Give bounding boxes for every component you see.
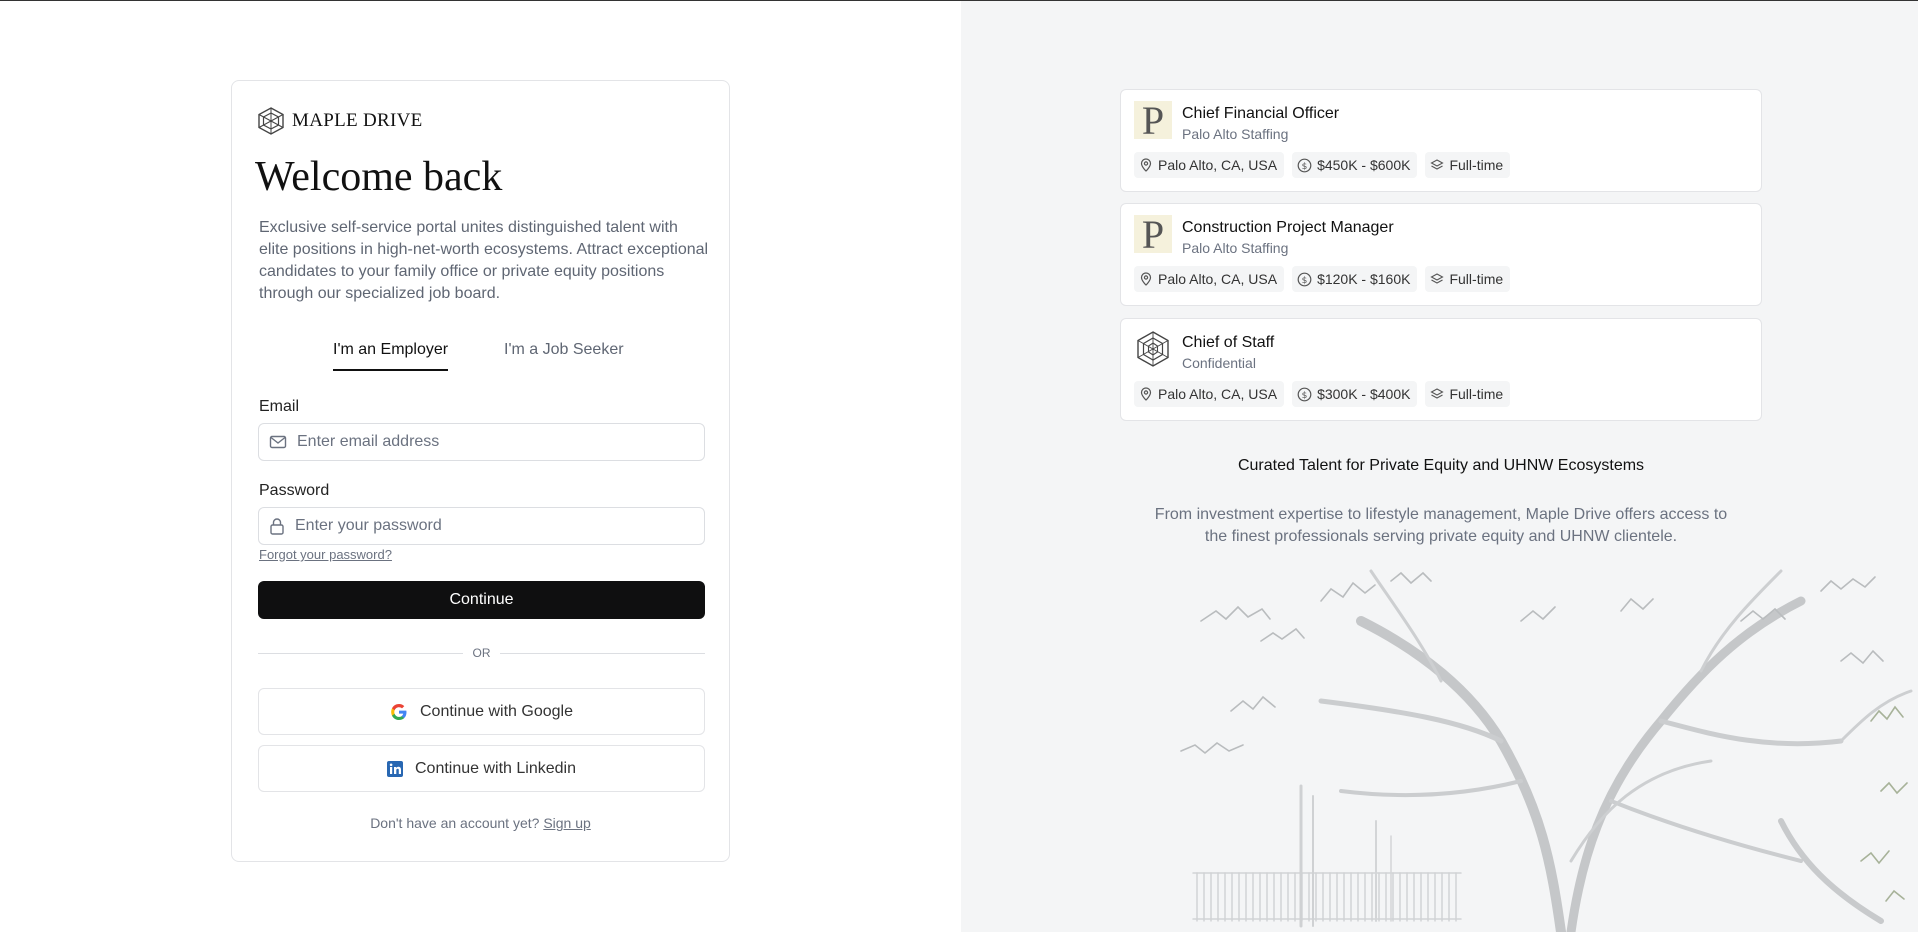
login-panel: MAPLE DRIVE Welcome back Exclusive self-…	[0, 1, 961, 932]
email-input[interactable]	[297, 433, 687, 451]
continue-button[interactable]: Continue	[258, 581, 705, 619]
job-card[interactable]: Chief of Staff Confidential Palo Alto, C…	[1120, 318, 1762, 421]
password-label: Password	[259, 482, 330, 499]
salary-text: $120K - $160K	[1317, 271, 1411, 287]
company-logo: P	[1134, 101, 1172, 141]
brand[interactable]: MAPLE DRIVE	[258, 107, 423, 135]
job-tags: Palo Alto, CA, USA $ $300K - $400K Full-…	[1134, 381, 1511, 407]
showcase-title: Curated Talent for Private Equity and UH…	[1237, 457, 1645, 474]
salary-text: $300K - $400K	[1317, 386, 1411, 402]
location-text: Palo Alto, CA, USA	[1158, 157, 1278, 173]
no-account-text: Don't have an account yet?	[370, 815, 540, 831]
layers-icon	[1430, 273, 1445, 284]
tab-job-seeker[interactable]: I'm a Job Seeker	[504, 341, 624, 369]
job-company: Confidential	[1182, 355, 1256, 371]
dollar-circle-icon: $	[1297, 387, 1312, 401]
dollar-circle-icon: $	[1297, 272, 1312, 286]
brand-logo-icon	[258, 107, 284, 135]
job-tags: Palo Alto, CA, USA $ $450K - $600K Full-…	[1134, 152, 1511, 178]
job-title: Construction Project Manager	[1182, 219, 1394, 236]
dollar-circle-icon: $	[1297, 158, 1312, 172]
type-text: Full-time	[1449, 271, 1504, 287]
password-input[interactable]	[295, 517, 685, 535]
page-title: Welcome back	[255, 154, 503, 200]
linkedin-signin-label: Continue with Linkedin	[415, 759, 576, 777]
login-description: Exclusive self-service portal unites dis…	[259, 219, 709, 302]
lock-icon	[270, 518, 284, 535]
signup-prompt: Don't have an account yet? Sign up	[232, 815, 729, 831]
salary-text: $450K - $600K	[1317, 157, 1411, 173]
map-pin-icon	[1140, 158, 1152, 172]
svg-text:$: $	[1302, 390, 1308, 400]
email-label: Email	[259, 398, 300, 415]
linkedin-signin-button[interactable]: Continue with Linkedin	[258, 745, 705, 792]
type-tag: Full-time	[1425, 381, 1511, 407]
salary-tag: $ $450K - $600K	[1292, 152, 1418, 178]
location-text: Palo Alto, CA, USA	[1158, 271, 1278, 287]
google-g-icon	[391, 703, 407, 720]
google-signin-button[interactable]: Continue with Google	[258, 688, 705, 735]
location-tag: Palo Alto, CA, USA	[1134, 266, 1285, 292]
salary-tag: $ $120K - $160K	[1292, 266, 1418, 292]
email-field-wrapper[interactable]	[258, 423, 705, 461]
signup-link[interactable]: Sign up	[543, 815, 590, 831]
salary-tag: $ $300K - $400K	[1292, 381, 1418, 407]
role-tabs: I'm an Employer I'm a Job Seeker	[232, 341, 729, 375]
type-tag: Full-time	[1425, 152, 1511, 178]
forgot-password-link[interactable]: Forgot your password?	[259, 547, 392, 562]
type-text: Full-time	[1449, 157, 1504, 173]
job-card[interactable]: P Chief Financial Officer Palo Alto Staf…	[1120, 89, 1762, 192]
hexagon-logo-icon	[1137, 331, 1169, 367]
type-tag: Full-time	[1425, 266, 1511, 292]
job-company: Palo Alto Staffing	[1182, 240, 1289, 256]
type-text: Full-time	[1449, 386, 1504, 402]
brand-name: MAPLE DRIVE	[292, 110, 423, 131]
mail-icon	[269, 435, 287, 449]
google-signin-label: Continue with Google	[420, 702, 573, 720]
layers-icon	[1430, 388, 1445, 399]
or-divider: OR	[258, 645, 705, 661]
tree-illustration	[1180, 569, 1913, 932]
login-card: MAPLE DRIVE Welcome back Exclusive self-…	[231, 80, 730, 862]
password-field-wrapper[interactable]	[258, 507, 705, 545]
showcase-panel: P Chief Financial Officer Palo Alto Staf…	[961, 1, 1918, 932]
tab-employer[interactable]: I'm an Employer	[333, 341, 449, 371]
showcase-text: From investment expertise to lifestyle m…	[1154, 506, 1728, 545]
location-text: Palo Alto, CA, USA	[1158, 386, 1278, 402]
job-tags: Palo Alto, CA, USA $ $120K - $160K Full-…	[1134, 266, 1511, 292]
svg-text:$: $	[1302, 275, 1308, 285]
job-card[interactable]: P Construction Project Manager Palo Alto…	[1120, 203, 1762, 306]
linkedin-icon	[387, 760, 403, 777]
job-title: Chief of Staff	[1182, 334, 1275, 351]
map-pin-icon	[1140, 387, 1152, 401]
company-logo: P	[1134, 215, 1172, 255]
location-tag: Palo Alto, CA, USA	[1134, 381, 1285, 407]
map-pin-icon	[1140, 272, 1152, 286]
location-tag: Palo Alto, CA, USA	[1134, 152, 1285, 178]
layers-icon	[1430, 159, 1445, 170]
svg-text:$: $	[1302, 161, 1308, 171]
job-title: Chief Financial Officer	[1182, 105, 1340, 122]
divider-line-right	[500, 653, 705, 654]
job-company: Palo Alto Staffing	[1182, 126, 1289, 142]
